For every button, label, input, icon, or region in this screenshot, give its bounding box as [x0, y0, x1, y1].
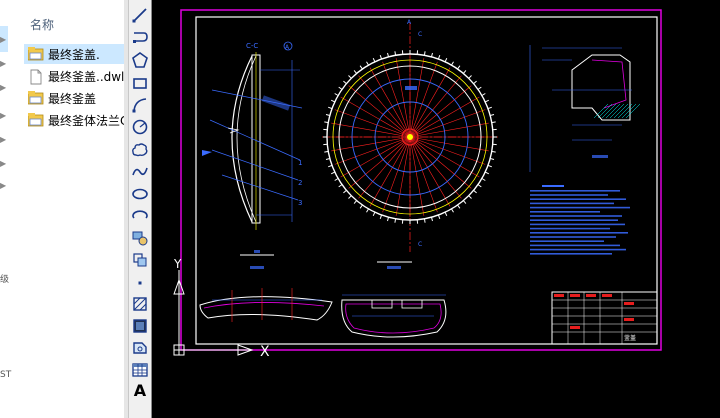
- note-text-line: [530, 215, 622, 217]
- hatch-tool-icon[interactable]: [131, 295, 149, 313]
- chevron-right-icon[interactable]: ▶: [0, 36, 6, 44]
- multiline-text-tool-icon[interactable]: A: [131, 382, 149, 400]
- section-label: C-C: [246, 42, 258, 50]
- polyline-tool-icon[interactable]: [131, 29, 149, 47]
- chevron-right-icon[interactable]: ▶: [0, 84, 6, 92]
- file-row[interactable]: 最终釜体法兰C: [24, 110, 124, 130]
- note-text-line: [530, 227, 610, 230]
- rectangle-tool-icon[interactable]: [131, 74, 149, 92]
- chevron-right-icon[interactable]: ▶: [0, 160, 6, 168]
- detail-caption-text: [592, 155, 608, 158]
- note-text-line: [530, 253, 612, 255]
- file-explorer-panel: ▶ ▶ ▶ ▶ ▶ ▶ ▶ 级 ST 名称 最终釜盖. 最终釜盖..dwl 最终…: [0, 0, 124, 418]
- line-tool-icon[interactable]: [131, 6, 149, 24]
- drawing-canvas[interactable]: C-C A 1 2 3 A C C 釜盖 Y X: [152, 0, 720, 418]
- ellipse-arc-tool-icon[interactable]: [131, 207, 149, 225]
- note-text-line: [530, 206, 630, 209]
- view-scale-text: [387, 266, 401, 269]
- dwg-file-icon: [27, 113, 44, 130]
- note-text-line: [530, 202, 614, 205]
- note-text-line: [530, 240, 604, 242]
- make-block-tool-icon[interactable]: [131, 251, 149, 269]
- note-text-line: [530, 211, 600, 213]
- file-row[interactable]: 最终釜盖.: [24, 44, 124, 64]
- polygon-tool-icon[interactable]: [131, 51, 149, 69]
- title-block-text: [570, 326, 580, 329]
- title-block-text: [602, 294, 612, 297]
- title-block-caption: 釜盖: [624, 334, 636, 342]
- chevron-right-icon[interactable]: ▶: [0, 112, 6, 120]
- center-point: [407, 134, 413, 140]
- title-block-text: [624, 318, 634, 321]
- name-column-header[interactable]: 名称: [30, 16, 54, 33]
- ucs-y-label: Y: [173, 257, 182, 271]
- multiline-text-glyph: A: [133, 381, 147, 400]
- insert-block-tool-icon[interactable]: [131, 229, 149, 247]
- ucs-x-label: X: [260, 344, 270, 360]
- title-block-text: [570, 294, 580, 297]
- file-row[interactable]: 最终釜盖..dwl: [24, 66, 124, 86]
- cut-marker-label: C: [418, 241, 422, 248]
- part-callout: 1: [298, 159, 302, 167]
- file-name: 最终釜盖.: [48, 48, 100, 62]
- note-text-line: [530, 236, 616, 238]
- view-caption-text: [254, 250, 260, 253]
- note-text-line: [530, 219, 618, 221]
- chevron-right-icon[interactable]: ▶: [0, 182, 6, 190]
- file-name: 最终釜盖..dwl: [48, 70, 124, 84]
- note-text-line: [530, 194, 608, 196]
- region-tool-icon[interactable]: [131, 339, 149, 357]
- title-block-text: [586, 294, 596, 297]
- view-scale-text: [250, 266, 264, 269]
- file-name: 最终釜盖: [48, 92, 97, 106]
- chevron-right-icon[interactable]: ▶: [0, 60, 6, 68]
- revision-cloud-tool-icon[interactable]: [131, 141, 149, 159]
- part-callout: 3: [298, 199, 302, 207]
- chevron-right-icon[interactable]: ▶: [0, 136, 6, 144]
- file-row[interactable]: 最终釜盖: [24, 88, 124, 108]
- dwg-file-icon: [27, 47, 44, 64]
- title-block-text: [624, 302, 634, 305]
- gradient-tool-icon[interactable]: [131, 317, 149, 335]
- ellipse-tool-icon[interactable]: [131, 185, 149, 203]
- nav-edge-text: ST: [0, 370, 12, 380]
- point-tool-icon[interactable]: [131, 274, 149, 292]
- note-text-line: [530, 190, 620, 192]
- spline-tool-icon[interactable]: [131, 163, 149, 181]
- circle-tool-icon[interactable]: [131, 118, 149, 136]
- note-text-line: [530, 223, 625, 226]
- file-name: 最终釜体法兰C: [48, 114, 124, 128]
- note-text-line: [530, 244, 620, 247]
- nav-edge-text: 级: [0, 275, 10, 285]
- note-text-line: [530, 248, 626, 251]
- arc-tool-icon[interactable]: [131, 96, 149, 114]
- note-text-line: [530, 198, 626, 200]
- table-tool-icon[interactable]: [131, 361, 149, 379]
- notes-heading: [542, 185, 564, 187]
- title-block-text: [554, 294, 564, 297]
- part-callout: 2: [298, 179, 302, 187]
- cut-marker-label: C: [418, 31, 422, 38]
- nozzle-tag: [405, 86, 417, 90]
- blank-file-icon: [28, 69, 44, 88]
- draw-toolbar: A: [128, 0, 152, 418]
- dwg-file-icon: [27, 91, 44, 108]
- note-text-line: [530, 232, 628, 234]
